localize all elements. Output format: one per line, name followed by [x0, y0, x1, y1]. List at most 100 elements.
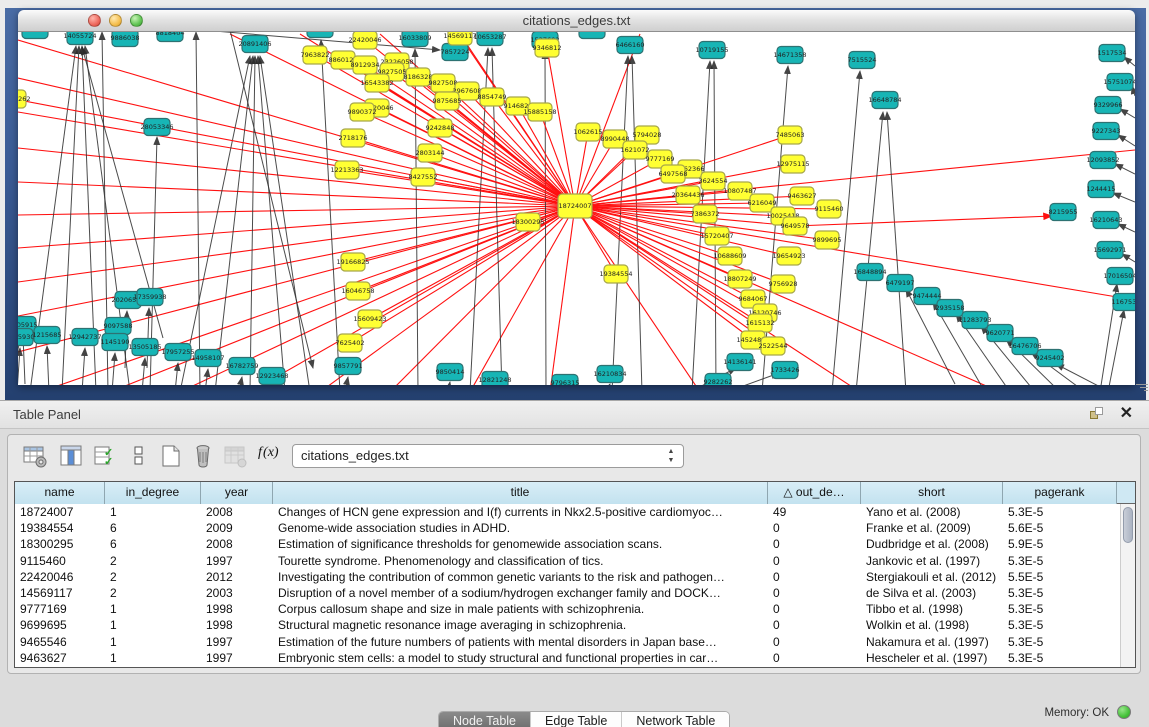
- graph-node[interactable]: 12942737: [68, 329, 101, 346]
- graph-node[interactable]: 9796315: [551, 375, 580, 386]
- column-header-short[interactable]: short: [861, 482, 1003, 504]
- resize-grip[interactable]: [1134, 382, 1148, 396]
- table-cell[interactable]: Investigating the contribution of common…: [273, 569, 768, 585]
- graph-node[interactable]: 17016504: [1103, 268, 1135, 285]
- graph-node-selected[interactable]: 1062615: [574, 123, 603, 141]
- graph-node[interactable]: 6466160: [616, 37, 645, 54]
- graph-node-selected[interactable]: 9756928: [769, 275, 798, 293]
- network-canvas[interactable]: 2055194214055724988603888184042089140626…: [18, 32, 1135, 385]
- table-cell[interactable]: 22420046: [15, 569, 105, 585]
- citation-edge[interactable]: [606, 384, 610, 385]
- table-cell[interactable]: 6: [105, 520, 201, 536]
- table-cell[interactable]: 9465546: [15, 634, 105, 650]
- table-cell[interactable]: 1997: [201, 634, 273, 650]
- row-height-icon[interactable]: [126, 443, 152, 469]
- selected-edge[interactable]: [18, 206, 575, 215]
- citation-edge[interactable]: [1115, 164, 1135, 174]
- table-cell[interactable]: Dudbridge et al. (2008): [861, 536, 1003, 552]
- table-cell[interactable]: 2: [105, 553, 201, 569]
- graph-node[interactable]: 15692971: [1093, 242, 1126, 259]
- select-mode-icon[interactable]: ✓✓: [92, 443, 118, 469]
- graph-node[interactable]: 9857791: [334, 358, 363, 375]
- table-cell[interactable]: 0: [768, 617, 861, 633]
- table-cell[interactable]: Corpus callosum shape and size in male p…: [273, 601, 768, 617]
- graph-node[interactable]: 13505185: [128, 339, 161, 356]
- column-header-in_degree[interactable]: in_degree: [105, 482, 201, 504]
- graph-node-selected[interactable]: 15720407: [700, 227, 733, 245]
- float-panel-icon[interactable]: [1090, 407, 1105, 422]
- graph-node-selected[interactable]: 2803144: [416, 144, 445, 162]
- graph-node[interactable]: 8818404: [156, 32, 185, 42]
- selected-edge[interactable]: [18, 206, 575, 352]
- table-cell[interactable]: Disruption of a novel member of a sodium…: [273, 585, 768, 601]
- citation-edge[interactable]: [112, 353, 115, 385]
- graph-node[interactable]: 10719155: [695, 42, 728, 59]
- table-cell[interactable]: 1: [105, 617, 201, 633]
- graph-node-selected[interactable]: 9649578: [781, 217, 810, 235]
- graph-node-selected[interactable]: 8912934: [351, 56, 380, 74]
- table-cell[interactable]: 5.3E-5: [1003, 601, 1117, 617]
- citation-edge[interactable]: [1120, 109, 1135, 118]
- graph-node-selected[interactable]: 18807249: [723, 270, 756, 288]
- graph-node[interactable]: 14958107: [191, 350, 224, 367]
- function-builder-icon[interactable]: f (x): [258, 445, 284, 471]
- table-cell[interactable]: 0: [768, 536, 861, 552]
- citation-edge[interactable]: [205, 369, 208, 385]
- graph-node[interactable]: 1167533: [1112, 294, 1135, 311]
- citation-edge[interactable]: [1108, 310, 1124, 385]
- citation-edge[interactable]: [230, 32, 313, 368]
- graph-node-selected[interactable]: 16543382: [360, 74, 393, 92]
- citation-edge[interactable]: [1118, 224, 1135, 232]
- table-cell[interactable]: 49: [768, 504, 861, 520]
- graph-node[interactable]: 7857224: [441, 44, 470, 61]
- table-cell[interactable]: 19384554: [15, 520, 105, 536]
- table-cell[interactable]: 1997: [201, 553, 273, 569]
- column-header-pagerank[interactable]: pagerank: [1003, 482, 1117, 504]
- table-cell[interactable]: 2003: [201, 585, 273, 601]
- graph-node[interactable]: 7515524: [848, 52, 877, 69]
- table-cell[interactable]: 1: [105, 650, 201, 666]
- graph-node-selected[interactable]: 14569117: [443, 32, 476, 45]
- table-cell[interactable]: Genome-wide association studies in ADHD.: [273, 520, 768, 536]
- table-cell[interactable]: 5.5E-5: [1003, 569, 1117, 585]
- column-header-out_de[interactable]: △ out_de…: [768, 482, 861, 504]
- table-row[interactable]: 946362711997Embryonic stem cells: a mode…: [15, 650, 1119, 666]
- citation-edge[interactable]: [250, 56, 255, 385]
- graph-node[interactable]: 16648784: [868, 92, 901, 109]
- selected-edge[interactable]: [575, 34, 640, 206]
- table-row[interactable]: 911546021997Tourette syndrome. Phenomeno…: [15, 553, 1119, 569]
- column-header-title[interactable]: title: [273, 482, 768, 504]
- graph-node-selected[interactable]: 9242848: [426, 119, 455, 137]
- table-row[interactable]: 946554611997Estimation of the future num…: [15, 634, 1119, 650]
- table-cell[interactable]: Tourette syndrome. Phenomenology and cla…: [273, 553, 768, 569]
- column-header-name[interactable]: name: [15, 482, 105, 504]
- graph-node[interactable]: 10653287: [473, 32, 506, 46]
- table-cell[interactable]: 5.9E-5: [1003, 536, 1117, 552]
- citation-edge[interactable]: [18, 348, 20, 385]
- citation-edge[interactable]: [1122, 254, 1135, 262]
- citation-edge[interactable]: [321, 40, 340, 385]
- graph-node-selected[interactable]: 9890372: [348, 103, 377, 121]
- citation-edge[interactable]: [196, 32, 200, 385]
- graph-node[interactable]: 14671358: [773, 47, 806, 64]
- table-cell[interactable]: Structural magnetic resonance image aver…: [273, 617, 768, 633]
- table-cell[interactable]: 1: [105, 504, 201, 520]
- graph-node[interactable]: 14136141: [723, 354, 756, 371]
- graph-node[interactable]: 1244415: [1087, 181, 1116, 198]
- graph-node-selected[interactable]: 8427552: [409, 168, 438, 186]
- selected-edge[interactable]: [18, 40, 575, 206]
- graph-node-selected[interactable]: 18300295: [511, 213, 544, 231]
- graph-node-selected[interactable]: 7386372: [691, 205, 720, 223]
- table-row[interactable]: 969969511998Structural magnetic resonanc…: [15, 617, 1119, 633]
- table-cell[interactable]: 18300295: [15, 536, 105, 552]
- graph-node[interactable]: 11283793: [958, 312, 991, 329]
- citation-edge[interactable]: [856, 112, 883, 385]
- graph-node[interactable]: 12923468: [255, 368, 288, 385]
- graph-node[interactable]: 9620771: [986, 325, 1015, 342]
- graph-node[interactable]: 16782759: [225, 358, 258, 375]
- table-cell[interactable]: Yano et al. (2008): [861, 504, 1003, 520]
- graph-node-selected[interactable]: 19384554: [599, 265, 632, 283]
- graph-node[interactable]: 9245402: [1036, 350, 1065, 367]
- graph-node[interactable]: 2935158: [936, 300, 965, 317]
- table-row[interactable]: 1938455462009Genome-wide association stu…: [15, 520, 1119, 536]
